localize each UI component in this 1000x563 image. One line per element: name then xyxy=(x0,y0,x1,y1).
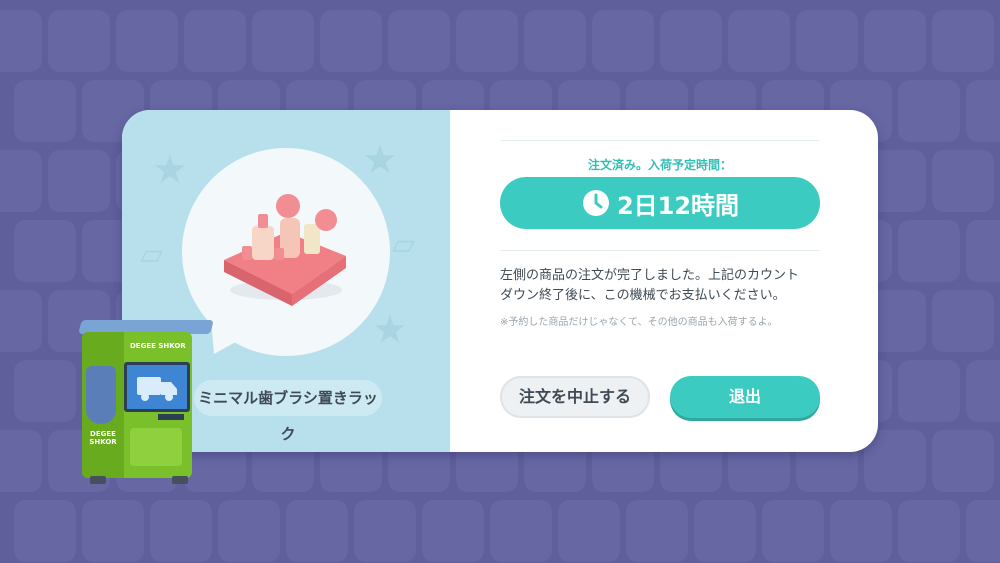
background-tile xyxy=(82,500,144,562)
kiosk-foot xyxy=(172,476,188,484)
background-tile xyxy=(660,10,722,72)
background-tile xyxy=(898,360,960,422)
divider-middle xyxy=(500,250,820,251)
background-tile xyxy=(0,430,42,492)
background-tile xyxy=(14,220,76,282)
background-tile xyxy=(592,10,654,72)
arrival-time-pill: 2日12時間 xyxy=(500,177,820,229)
background-tile xyxy=(0,290,42,352)
kiosk-emblem-icon xyxy=(86,366,116,424)
order-dialog: ★ ★ ★ ▱ ▱ ミニマル歯ブラシ置きラック 注文済み。入荷予定時間： 2日1… xyxy=(122,110,878,452)
background-tile xyxy=(490,500,552,562)
remaining-time-text: 2日12時間 xyxy=(616,191,740,220)
order-info-panel: 注文済み。入荷予定時間： 2日12時間 左側の商品の注文が完了しました。上記のカ… xyxy=(450,110,878,452)
kiosk-foot xyxy=(90,476,106,484)
order-status-label: 注文済み。入荷予定時間： xyxy=(587,158,732,172)
kiosk-card-slot xyxy=(158,414,184,420)
background-tile xyxy=(524,10,586,72)
background-tile xyxy=(796,10,858,72)
background-tile xyxy=(320,10,382,72)
background-tile xyxy=(762,500,824,562)
background-tile xyxy=(864,10,926,72)
background-tile xyxy=(898,500,960,562)
cancel-order-button[interactable]: 注文を中止する xyxy=(500,376,650,418)
background-tile xyxy=(932,290,994,352)
box-decoration-icon: ▱ xyxy=(140,237,164,272)
order-message-line-1: 左側の商品の注文が完了しました。上記のカウント xyxy=(500,268,800,283)
delivery-truck-icon xyxy=(137,377,177,401)
background-tile xyxy=(728,10,790,72)
background-tile xyxy=(48,150,110,212)
order-message: 左側の商品の注文が完了しました。上記のカウント ダウン終了後に、この機械でお支払… xyxy=(500,266,830,306)
background-tile xyxy=(218,500,280,562)
background-tile xyxy=(456,10,518,72)
background-tile xyxy=(932,10,994,72)
background-tile xyxy=(626,500,688,562)
background-tile xyxy=(14,500,76,562)
background-tile xyxy=(558,500,620,562)
background-tile xyxy=(286,500,348,562)
background-tile xyxy=(966,500,1000,562)
exit-button[interactable]: 退出 xyxy=(670,376,820,418)
background-tile xyxy=(932,150,994,212)
box-decoration-icon: ▱ xyxy=(392,227,416,262)
background-tile xyxy=(966,80,1000,142)
kiosk-screen xyxy=(124,362,190,412)
background-tile xyxy=(694,500,756,562)
background-tile xyxy=(0,150,42,212)
background-tile xyxy=(184,10,246,72)
background-tile xyxy=(116,10,178,72)
order-message-line-2: ダウン終了後に、この機械でお支払いください。 xyxy=(500,288,786,303)
background-tile xyxy=(14,360,76,422)
background-tile xyxy=(0,10,42,72)
background-tile xyxy=(898,220,960,282)
background-tile xyxy=(966,220,1000,282)
background-tile xyxy=(48,10,110,72)
background-tile xyxy=(422,500,484,562)
background-tile xyxy=(898,80,960,142)
background-tile xyxy=(150,500,212,562)
kiosk-delivery-door xyxy=(130,428,182,466)
divider-top xyxy=(500,140,820,141)
kiosk-side-label: DEGEE SHKOR xyxy=(89,430,117,446)
background-tile xyxy=(354,500,416,562)
kiosk-logo: DEGEE SHKOR xyxy=(130,342,186,350)
background-tile xyxy=(830,500,892,562)
item-name-label: ミニマル歯ブラシ置きラック xyxy=(194,380,382,443)
background-tile xyxy=(388,10,450,72)
clock-icon xyxy=(582,190,609,216)
background-tile xyxy=(252,10,314,72)
background-tile xyxy=(14,80,76,142)
background-tile xyxy=(932,430,994,492)
background-tile xyxy=(966,360,1000,422)
nook-stop-kiosk: DEGEE SHKOR DEGEE SHKOR xyxy=(72,320,220,488)
order-note: ※予約した商品だけじゃなくて、その他の商品も入荷するよ。 xyxy=(500,317,778,328)
